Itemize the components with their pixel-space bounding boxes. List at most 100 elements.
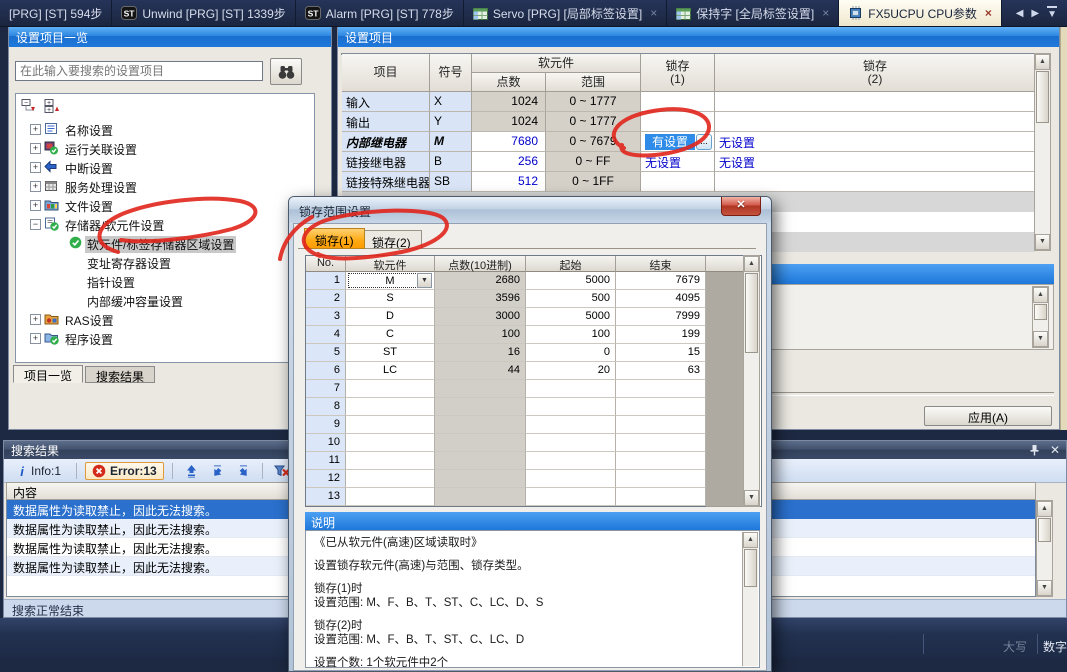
latch1-setting-value[interactable]: 有设置	[645, 134, 695, 150]
latch1-ellipsis-button[interactable]: ...	[696, 134, 712, 150]
scroll-down-icon[interactable]: ▼	[744, 490, 759, 506]
cell-device[interactable]	[346, 470, 435, 488]
scroll-thumb[interactable]	[1034, 304, 1047, 320]
dialog-close-button[interactable]: ✕	[721, 197, 761, 216]
editor-tab-1[interactable]: [PRG] [ST] 594步	[0, 0, 112, 26]
tab-scroll-right-icon[interactable]: ▶	[1031, 8, 1039, 19]
scroll-thumb[interactable]	[744, 549, 757, 587]
scroll-down-icon[interactable]: ▼	[1035, 234, 1050, 250]
jump-previous-icon[interactable]	[207, 464, 228, 478]
tab-scroll-left-icon[interactable]: ◀	[1016, 8, 1024, 19]
cell-device[interactable]: M▼	[346, 272, 435, 290]
result-scrollbar[interactable]: ▲ ▼	[1036, 500, 1053, 597]
tree-expander-icon[interactable]: +	[30, 124, 41, 135]
dialog-titlebar[interactable]: 锁存范围设置	[289, 197, 771, 223]
scroll-up-icon[interactable]: ▲	[1035, 54, 1050, 70]
dropdown-arrow-icon[interactable]: ▼	[417, 273, 432, 288]
cell-end[interactable]	[616, 380, 706, 398]
note-scrollbar[interactable]: ▲	[742, 532, 758, 666]
scroll-down-icon[interactable]: ▼	[1037, 580, 1052, 596]
jump-first-icon[interactable]	[181, 464, 202, 478]
latch1-setting-value[interactable]: 无设置	[645, 156, 681, 170]
cell-end[interactable]: 4095	[616, 290, 706, 308]
tree-expander-icon[interactable]: +	[30, 162, 41, 173]
tree-item[interactable]: +程序设置	[16, 329, 314, 348]
tree-expander-icon[interactable]: −	[30, 219, 41, 230]
device-value-box[interactable]: M▼	[348, 273, 432, 288]
tab-close-icon[interactable]: ×	[822, 6, 829, 20]
tree-item[interactable]: −存储器/软元件设置	[16, 215, 314, 234]
cell-end[interactable]	[616, 488, 706, 506]
cell-device[interactable]: C	[346, 326, 435, 344]
cell-latch2[interactable]	[715, 172, 1035, 192]
cell-points[interactable]: 512	[472, 172, 546, 192]
tree-item[interactable]: 内部缓冲容量设置	[16, 291, 314, 310]
cell-start[interactable]	[526, 452, 616, 470]
tab-close-icon[interactable]: ×	[650, 6, 657, 20]
tree-item[interactable]: +文件设置	[16, 196, 314, 215]
scroll-up-icon[interactable]: ▲	[743, 532, 758, 548]
editor-tab-5[interactable]: 保持字 [全局标签设置]×	[667, 0, 839, 26]
cell-latch2[interactable]	[715, 92, 1035, 112]
tree-item[interactable]: 变址寄存器设置	[16, 253, 314, 272]
cell-end[interactable]	[616, 398, 706, 416]
tree-item[interactable]: +中断设置	[16, 158, 314, 177]
cell-device[interactable]: ST	[346, 344, 435, 362]
tab-latch2[interactable]: 锁存(2)	[361, 230, 422, 249]
scroll-down-icon[interactable]: ▼	[1033, 331, 1048, 347]
cell-device[interactable]	[346, 452, 435, 470]
scroll-thumb[interactable]	[1038, 518, 1051, 542]
cell-latch1[interactable]	[641, 172, 715, 192]
apply-button[interactable]: 应用(A)	[924, 406, 1052, 426]
cell-points[interactable]: 256	[472, 152, 546, 172]
pin-icon[interactable]	[1029, 444, 1040, 456]
cell-start[interactable]	[526, 416, 616, 434]
cell-latch1[interactable]	[641, 92, 715, 112]
cell-start[interactable]: 20	[526, 362, 616, 380]
cell-points[interactable]: 7680	[472, 132, 546, 152]
note-scrollbar[interactable]: ▲ ▼	[1032, 286, 1049, 348]
tab-menu-icon[interactable]: ▼	[1047, 6, 1057, 20]
cell-device[interactable]: D	[346, 308, 435, 326]
cell-latch2[interactable]: 无设置	[715, 132, 1035, 152]
cell-start[interactable]	[526, 434, 616, 452]
cell-start[interactable]: 100	[526, 326, 616, 344]
tree-expander-icon[interactable]: +	[30, 143, 41, 154]
tree-expander-icon[interactable]: +	[30, 314, 41, 325]
scroll-up-icon[interactable]: ▲	[1033, 287, 1048, 303]
scroll-up-icon[interactable]: ▲	[744, 256, 759, 272]
error-filter-button[interactable]: Error:13	[85, 462, 164, 480]
cell-start[interactable]	[526, 380, 616, 398]
cell-latch1[interactable]: 有设置...	[641, 132, 715, 152]
cell-device[interactable]	[346, 398, 435, 416]
cell-end[interactable]: 7999	[616, 308, 706, 326]
tree-item[interactable]: 指针设置	[16, 272, 314, 291]
cell-device[interactable]: S	[346, 290, 435, 308]
close-icon[interactable]: ✕	[1050, 443, 1060, 457]
tree-expander-icon[interactable]: +	[30, 181, 41, 192]
expand-tree-icon[interactable]: ++	[44, 98, 61, 113]
collapse-tree-icon[interactable]: −	[21, 98, 38, 113]
tab-close-icon[interactable]: ×	[985, 6, 992, 20]
tab-search-result[interactable]: 搜索结果	[85, 366, 155, 383]
cell-device[interactable]	[346, 416, 435, 434]
editor-tab-3[interactable]: STAlarm [PRG] [ST] 778步	[296, 0, 464, 26]
scroll-up-icon[interactable]: ▲	[1037, 501, 1052, 517]
cell-end[interactable]	[616, 470, 706, 488]
tree-item[interactable]: +RAS设置	[16, 310, 314, 329]
tree-item[interactable]: 软元件/标签存储器区域设置	[16, 234, 314, 253]
tree-expander-icon[interactable]: +	[30, 200, 41, 211]
cell-latch1[interactable]: 无设置	[641, 152, 715, 172]
cell-start[interactable]: 0	[526, 344, 616, 362]
cell-end[interactable]: 15	[616, 344, 706, 362]
tree-expander-icon[interactable]: +	[30, 333, 41, 344]
cell-latch2[interactable]	[715, 112, 1035, 132]
cell-end[interactable]: 63	[616, 362, 706, 380]
search-input[interactable]	[15, 61, 263, 81]
cell-start[interactable]: 500	[526, 290, 616, 308]
cell-end[interactable]	[616, 434, 706, 452]
cell-end[interactable]	[616, 452, 706, 470]
tab-item-list[interactable]: 项目一览	[13, 365, 83, 383]
search-button[interactable]	[270, 58, 302, 85]
jump-next-icon[interactable]	[233, 464, 254, 478]
